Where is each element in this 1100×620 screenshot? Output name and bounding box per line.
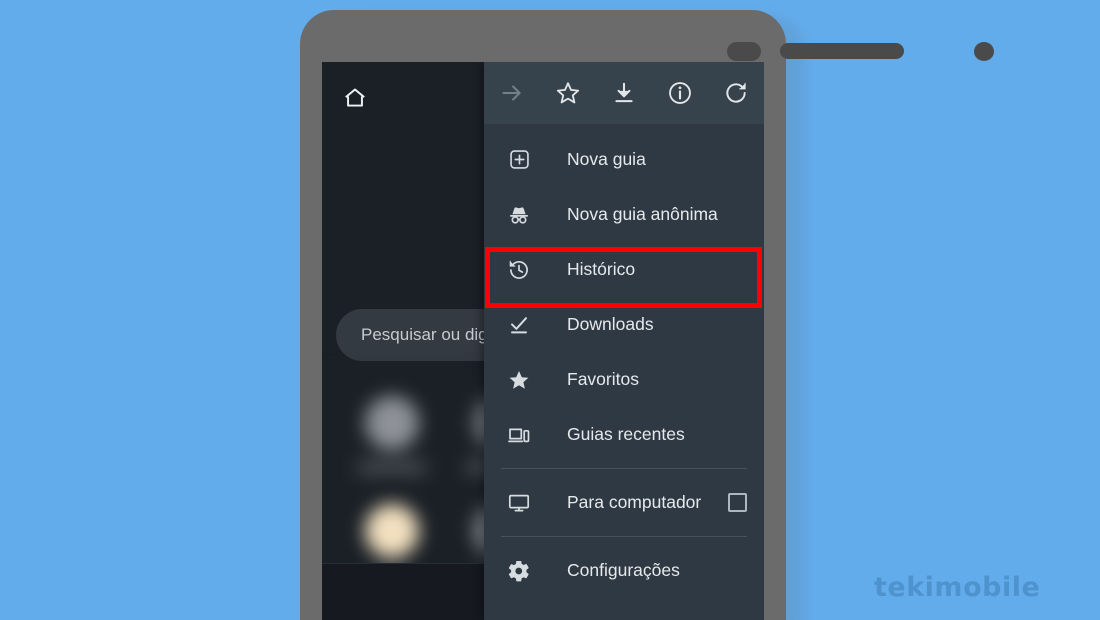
desktop-site-checkbox[interactable] bbox=[728, 492, 747, 512]
menu-item-bookmarks[interactable]: Favoritos bbox=[484, 352, 764, 407]
download-icon[interactable] bbox=[596, 62, 652, 124]
reload-icon[interactable] bbox=[708, 62, 764, 124]
watermark: tekimobile bbox=[874, 572, 1041, 603]
divider bbox=[501, 536, 747, 537]
tile-icon bbox=[365, 396, 419, 450]
screenshot-stage: G Pesquisar ou dig bbox=[0, 0, 1100, 620]
star-outline-icon[interactable] bbox=[540, 62, 596, 124]
info-circle-icon[interactable] bbox=[652, 62, 708, 124]
plus-box-icon bbox=[507, 148, 531, 172]
menu-item-label: Nova guia anônima bbox=[567, 204, 718, 224]
menu-item-label: Para computador bbox=[567, 492, 702, 512]
menu-item-new-incognito-tab[interactable]: Nova guia anônima bbox=[484, 187, 764, 242]
menu-item-label: Nova guia bbox=[567, 149, 646, 169]
divider bbox=[501, 468, 747, 469]
earpiece-speaker bbox=[780, 43, 904, 59]
menu-item-list: Nova guia Nova guia anônima Histórico Do… bbox=[484, 124, 764, 620]
desktop-icon bbox=[507, 491, 531, 515]
menu-item-desktop-site[interactable]: Para computador bbox=[484, 475, 764, 530]
forward-arrow-icon[interactable] bbox=[484, 62, 540, 124]
chrome-overflow-menu: Nova guia Nova guia anônima Histórico Do… bbox=[484, 62, 764, 620]
menu-item-label: Configurações bbox=[567, 560, 680, 580]
menu-item-label: Favoritos bbox=[567, 369, 639, 389]
menu-item-label: Guias recentes bbox=[567, 424, 685, 444]
home-icon[interactable] bbox=[342, 85, 368, 111]
omnibox-text: Pesquisar ou dig bbox=[361, 325, 488, 344]
menu-item-label: Downloads bbox=[567, 314, 654, 334]
menu-item-recent-tabs[interactable]: Guias recentes bbox=[484, 407, 764, 462]
incognito-icon bbox=[507, 203, 531, 227]
gear-icon bbox=[507, 559, 531, 583]
tile-label bbox=[358, 462, 426, 473]
menu-toolbar bbox=[484, 62, 764, 124]
recent-tabs-icon bbox=[507, 423, 531, 447]
menu-item-downloads[interactable]: Downloads bbox=[484, 297, 764, 352]
menu-item-history[interactable]: Histórico bbox=[484, 242, 764, 297]
menu-item-settings[interactable]: Configurações bbox=[484, 543, 764, 598]
tile-icon bbox=[365, 504, 419, 558]
star-filled-icon bbox=[507, 368, 531, 392]
history-icon bbox=[507, 258, 531, 282]
list-item[interactable] bbox=[346, 396, 438, 473]
menu-item-new-tab[interactable]: Nova guia bbox=[484, 132, 764, 187]
menu-item-label: Histórico bbox=[567, 259, 636, 279]
front-camera bbox=[974, 42, 994, 61]
downloads-icon bbox=[507, 313, 531, 337]
proximity-sensor bbox=[727, 42, 761, 61]
phone-screen: G Pesquisar ou dig bbox=[322, 62, 764, 620]
